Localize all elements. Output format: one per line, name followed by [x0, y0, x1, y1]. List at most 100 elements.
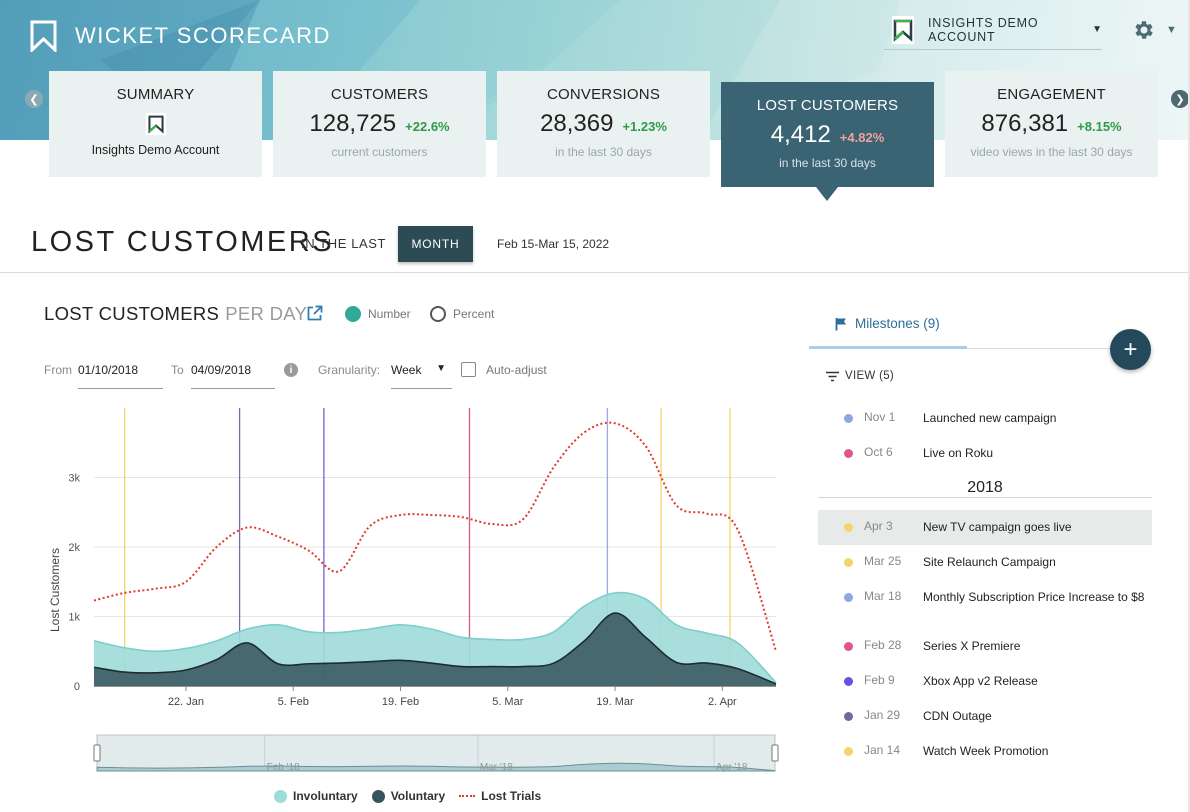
card-value: 28,369 [540, 110, 614, 137]
active-card-pointer [816, 187, 838, 201]
info-icon[interactable]: i [284, 363, 298, 377]
milestone-item[interactable]: Mar 18 Monthly Subscription Price Increa… [818, 580, 1152, 629]
page-title: LOST CUSTOMERS [31, 226, 335, 258]
milestone-list: Nov 1 Launched new campaign Oct 6 Live o… [818, 401, 1152, 769]
milestone-dot [844, 747, 853, 756]
navigator-label: Mar '18 [480, 762, 513, 773]
card-engagement[interactable]: ENGAGEMENT 876,381 +8.15% video views in… [945, 71, 1158, 177]
range-navigator[interactable]: Feb '18 Mar '18 Apr '18 [93, 733, 779, 775]
milestone-item[interactable]: Feb 28 Series X Premiere [818, 629, 1152, 664]
account-selector[interactable]: INSIGHTS DEMO ACCOUNT ▼ [884, 10, 1102, 50]
granularity-select[interactable]: Week ▼ [391, 355, 452, 389]
milestone-filter-button[interactable]: VIEW (5) [826, 370, 894, 382]
brand[interactable]: WICKET SCORECARD [30, 20, 331, 52]
legend-swatch [274, 789, 287, 803]
milestone-item[interactable]: Jan 14 Watch Week Promotion [818, 734, 1152, 769]
y-tick-label: 3k [68, 473, 80, 485]
tab-divider [967, 348, 1127, 349]
milestone-dot [844, 558, 853, 567]
milestone-text: Monthly Subscription Price Increase to $… [923, 590, 1145, 604]
auto-adjust-checkbox[interactable] [461, 362, 476, 377]
milestone-item[interactable]: Apr 3 New TV campaign goes live [818, 510, 1152, 545]
milestone-item[interactable]: Nov 1 Launched new campaign [818, 401, 1152, 436]
card-subtitle: current customers [331, 145, 428, 159]
to-date-input[interactable]: 04/09/2018 [191, 355, 275, 389]
legend-lost-trials[interactable]: Lost Trials [459, 789, 541, 803]
card-delta: +1.23% [622, 119, 667, 134]
period-label: IN THE LAST [301, 236, 387, 251]
scroll-left-button[interactable]: ❮ [25, 90, 43, 108]
legend-involuntary[interactable]: Involuntary [274, 789, 358, 803]
from-date-input[interactable]: 01/10/2018 [78, 355, 163, 389]
chevron-down-icon: ▼ [436, 363, 446, 374]
tab-milestones[interactable]: Milestones (9) [835, 316, 940, 331]
navigator-left-handle[interactable] [93, 744, 101, 762]
card-value: 876,381 [981, 110, 1069, 137]
card-value: 128,725 [309, 110, 397, 137]
section-divider [0, 272, 1190, 273]
card-title: CUSTOMERS [330, 86, 429, 103]
card-delta: +4.82% [839, 130, 885, 145]
milestone-date: Jan 14 [864, 743, 901, 757]
settings-menu[interactable]: ▼ [1132, 18, 1177, 42]
chevron-down-icon: ▼ [1166, 24, 1177, 36]
navigator-right-handle[interactable] [771, 744, 779, 762]
granularity-value: Week [391, 363, 422, 377]
milestone-text: Watch Week Promotion [923, 744, 1049, 758]
chevron-right-icon: ❯ [1175, 93, 1185, 106]
milestone-date: Jan 29 [864, 708, 901, 722]
card-conversions[interactable]: CONVERSIONS 28,369 +1.23% in the last 30… [497, 71, 710, 177]
tab-active-indicator [809, 346, 967, 349]
from-label: From [44, 363, 72, 377]
milestone-item[interactable]: Feb 9 Xbox App v2 Release [818, 664, 1152, 699]
milestone-text: Site Relaunch Campaign [923, 555, 1056, 569]
legend-label: Voluntary [390, 789, 446, 803]
y-tick-label: 0 [74, 681, 80, 693]
mode-number-radio[interactable]: Number [345, 306, 411, 322]
navigator-label: Feb '18 [267, 762, 300, 773]
chevron-left-icon: ❮ [29, 93, 39, 106]
chart-title-main: LOST CUSTOMERS [44, 303, 220, 324]
milestone-text: Xbox App v2 Release [923, 674, 1038, 688]
milestone-item[interactable]: Oct 6 Live on Roku [818, 436, 1152, 471]
milestone-date: Nov 1 [864, 410, 896, 424]
milestone-date: Feb 9 [864, 673, 895, 687]
mode-percent-radio[interactable]: Percent [430, 306, 494, 322]
milestone-text: Launched new campaign [923, 411, 1057, 425]
milestone-dot [844, 677, 853, 686]
card-title: CONVERSIONS [546, 86, 661, 103]
card-lost-customers[interactable]: LOST CUSTOMERS 4,412 +4.82% in the last … [721, 82, 934, 187]
account-logo-icon [145, 113, 166, 135]
period-month-button[interactable]: MONTH [398, 226, 473, 262]
milestone-dot [844, 523, 853, 532]
card-summary[interactable]: SUMMARY Insights Demo Account [49, 71, 262, 177]
milestone-text: Series X Premiere [923, 639, 1021, 653]
add-milestone-button[interactable]: + [1110, 329, 1151, 370]
x-tick-label: 22. Jan [168, 696, 204, 708]
milestone-date: Apr 3 [864, 519, 893, 533]
legend-voluntary[interactable]: Voluntary [371, 789, 446, 803]
account-name: INSIGHTS DEMO ACCOUNT [928, 15, 1039, 44]
x-tick-label: 19. Mar [596, 696, 634, 708]
gear-icon [1135, 21, 1153, 39]
lost-customers-chart[interactable]: 0 1k 2k 3k 22. Jan 5. Feb 19. Feb 5. Mar 19. Ma… [40, 400, 785, 715]
card-customers[interactable]: CUSTOMERS 128,725 +22.6% current custome… [273, 71, 486, 177]
granularity-label: Granularity: [318, 363, 381, 377]
radio-selected-icon [345, 306, 361, 322]
milestone-date: Oct 6 [864, 445, 893, 459]
card-subtitle: video views in the last 30 days [970, 145, 1133, 159]
date-range: Feb 15-Mar 15, 2022 [497, 237, 610, 251]
navigator-label: Apr '18 [716, 762, 748, 773]
milestone-text: New TV campaign goes live [923, 520, 1072, 534]
card-subtitle: in the last 30 days [555, 145, 652, 159]
flag-icon [835, 317, 846, 330]
scroll-right-button[interactable]: ❯ [1171, 90, 1189, 108]
chart-legend: Involuntary Voluntary Lost Trials [274, 789, 541, 803]
y-axis-label: Lost Customers [48, 548, 62, 632]
y-tick-label: 2k [68, 542, 80, 554]
external-link-icon[interactable] [306, 305, 323, 322]
milestone-item[interactable]: Jan 29 CDN Outage [818, 699, 1152, 734]
x-tick-label: 2. Apr [708, 696, 737, 708]
milestone-item[interactable]: Mar 25 Site Relaunch Campaign [818, 545, 1152, 580]
card-subtitle: in the last 30 days [779, 156, 876, 170]
